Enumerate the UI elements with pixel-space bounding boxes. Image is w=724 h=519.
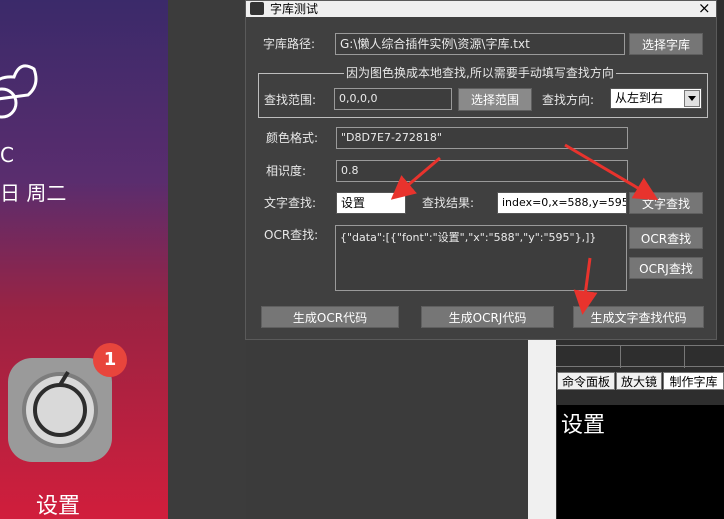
arrow-to-text-search-button [564,143,659,201]
arrow-to-generate-button [573,257,598,315]
annotation-arrows [390,143,659,315]
arrow-to-text-input [390,156,441,200]
